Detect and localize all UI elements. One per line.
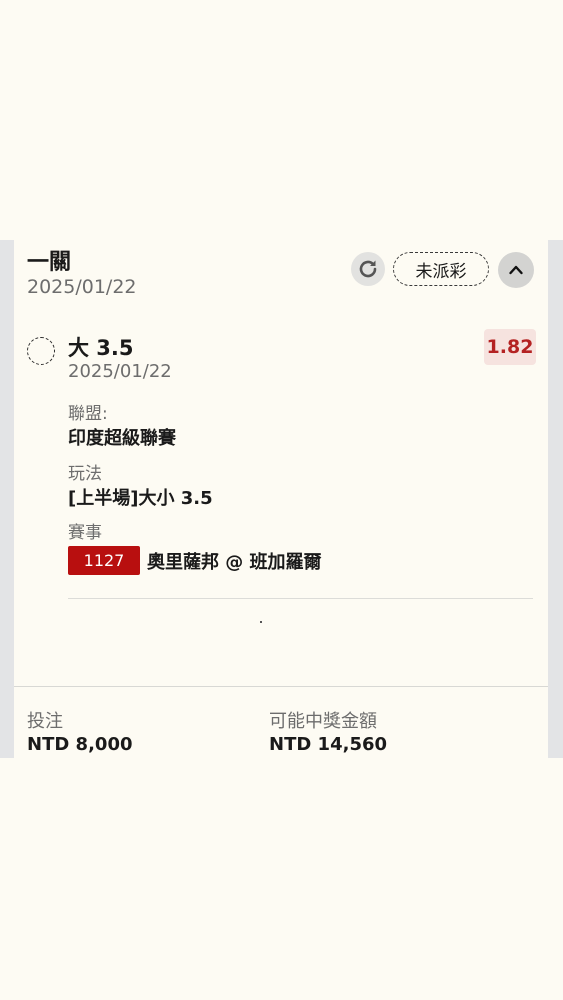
selection-date: 2025/01/22 [68, 361, 172, 382]
stake-value: NTD 8,000 [27, 734, 133, 755]
bet-type-title: 一關 [27, 250, 72, 275]
summary-divider [14, 686, 548, 687]
event-row: 1127 奧里薩邦 @ 班加羅爾 [68, 546, 322, 575]
payout-label: 可能中獎金額 [269, 711, 377, 732]
event-label: 賽事 [68, 523, 102, 543]
payout-value: NTD 14,560 [269, 734, 388, 755]
event-code-badge: 1127 [68, 546, 140, 575]
selection-name: 大 3.5 [68, 336, 134, 360]
status-badge: 未派彩 [393, 252, 489, 286]
chevron-up-icon [509, 265, 523, 275]
market-label: 玩法 [68, 464, 102, 484]
odds-badge: 1.82 [484, 329, 536, 365]
market-value: [上半場]大小 3.5 [68, 488, 213, 509]
event-name: 奧里薩邦 @ 班加羅爾 [147, 551, 322, 573]
stake-label: 投注 [27, 711, 63, 732]
selection-divider [68, 598, 533, 599]
loading-dot [260, 621, 262, 623]
league-value: 印度超級聯賽 [68, 428, 176, 449]
refresh-button[interactable] [351, 252, 385, 286]
pending-circle-icon [27, 337, 55, 365]
bet-card: 一關 2025/01/22 未派彩 大 3.5 2025/01/22 1.82 … [14, 240, 548, 758]
bet-date: 2025/01/22 [27, 276, 137, 298]
league-label: 聯盟: [68, 404, 108, 424]
refresh-icon [359, 260, 377, 278]
collapse-button[interactable] [498, 252, 534, 288]
